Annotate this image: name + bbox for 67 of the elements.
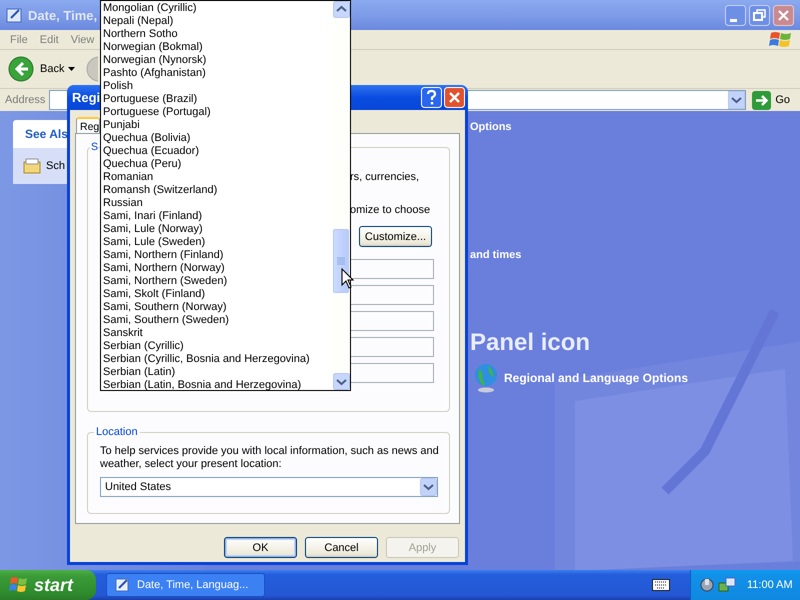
back-button[interactable]: Back (8, 56, 64, 82)
list-option[interactable]: Quechua (Ecuador) (101, 145, 333, 158)
tab[interactable]: Reg (76, 117, 100, 133)
restore-button[interactable] (749, 4, 770, 26)
list-option[interactable]: Norwegian (Nynorsk) (101, 54, 333, 67)
list-option[interactable]: Sami, Southern (Norway) (101, 301, 333, 314)
list-option[interactable]: Polish (101, 80, 333, 93)
section-heading: Options (470, 121, 513, 133)
list-option[interactable]: Russian (101, 197, 333, 210)
list-option[interactable]: Romansh (Switzerland) (101, 184, 333, 197)
list-option[interactable]: Norwegian (Bokmal) (101, 41, 333, 54)
control-panel-item[interactable]: Regional and Language Options (504, 371, 688, 385)
description-text: rs, currencies, (350, 171, 420, 183)
start-button[interactable]: start (0, 570, 96, 600)
location-dropdown[interactable]: United States (100, 477, 438, 497)
keyboard-icon (652, 579, 670, 591)
description-text: To help services provide you with local information, such as news and weather, select your present location: (100, 445, 439, 471)
list-option[interactable]: Sami, Lule (Norway) (101, 223, 333, 236)
list-option[interactable]: Sami, Inari (Finland) (101, 210, 333, 223)
dialog-button[interactable]: Cancel (305, 537, 378, 558)
speaker-icon (699, 577, 715, 593)
task-link[interactable]: Sch (46, 160, 65, 172)
address-label: Address (5, 94, 46, 106)
scrollbar-thumb[interactable] (333, 229, 349, 293)
folder-icon (23, 158, 41, 174)
list-option[interactable]: Serbian (Latin, Bosnia and Herzegovina) (101, 379, 333, 390)
list-option[interactable]: Quechua (Peru) (101, 158, 333, 171)
dialog-button[interactable]: OK (224, 537, 297, 558)
list-option[interactable]: Romanian (101, 171, 333, 184)
list-option[interactable]: Sami, Northern (Finland) (101, 249, 333, 262)
dialog-title: Regi (72, 90, 100, 105)
folder-pencil-icon (6, 6, 24, 24)
list-option[interactable]: Sanskrit (101, 327, 333, 340)
group-label: S (90, 141, 98, 153)
taskbar-button[interactable]: Date, Time, Languag... (106, 573, 265, 597)
scroll-up-button[interactable] (333, 1, 350, 18)
list-option[interactable]: Sami, Lule (Sweden) (101, 236, 333, 249)
list-option[interactable]: Sami, Northern (Sweden) (101, 275, 333, 288)
list-option[interactable]: Serbian (Latin) (101, 366, 333, 379)
list-option[interactable]: Sami, Southern (Sweden) (101, 314, 333, 327)
list-option[interactable]: Nepali (Nepal) (101, 15, 333, 28)
dropdown-arrow-icon[interactable] (68, 66, 76, 72)
task-link[interactable]: and times (470, 249, 800, 261)
minimize-button[interactable] (725, 4, 746, 26)
folder-pencil-icon[interactable] (115, 577, 131, 593)
list-option[interactable]: Portuguese (Brazil) (101, 93, 333, 106)
list-option[interactable]: Northern Sotho (101, 28, 333, 41)
scroll-down-button[interactable] (333, 373, 350, 390)
section-heading: Panel icon (470, 329, 592, 357)
list-option[interactable]: Serbian (Cyrillic, Bosnia and Herzegovina) (101, 353, 333, 366)
globe-icon (474, 363, 498, 393)
description-text: omize to choose (350, 204, 432, 216)
clock: 11:00 AM (747, 579, 793, 591)
list-option[interactable]: Serbian (Cyrillic) (101, 340, 333, 353)
close-button[interactable] (773, 4, 794, 26)
help-button[interactable] (421, 87, 442, 108)
list-option[interactable]: Pashto (Afghanistan) (101, 67, 333, 80)
go-button[interactable]: Go (750, 90, 800, 110)
list-option[interactable]: Sami, Skolt (Finland) (101, 288, 333, 301)
windows-logo-icon[interactable] (9, 575, 29, 595)
window-title: Date, Time, (28, 8, 98, 22)
list-option[interactable]: Sami, Northern (Norway) (101, 262, 333, 275)
list-option[interactable]: Portuguese (Portugal) (101, 106, 333, 119)
group-label: Location (94, 426, 140, 438)
list-option[interactable]: Mongolian (Cyrillic) (101, 2, 333, 15)
customize-button[interactable]: Customize... (359, 226, 432, 247)
network-icon (718, 577, 736, 593)
